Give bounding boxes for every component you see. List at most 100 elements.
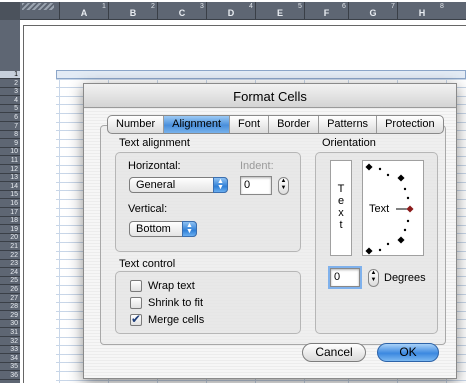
popup-arrows-icon: ▲ ▼	[213, 177, 228, 193]
column-header-h[interactable]: H	[397, 2, 446, 20]
degrees-label: Degrees	[384, 272, 426, 284]
row-header-3[interactable]: 3	[0, 88, 20, 97]
horizontal-label: Horizontal:	[128, 160, 181, 172]
row-header-10[interactable]: 10	[0, 148, 20, 157]
vertical-text-orientation[interactable]: T e x t	[330, 160, 352, 256]
row-header-11[interactable]: 11	[0, 157, 20, 165]
page-break-top	[23, 25, 466, 26]
row-header-23[interactable]: 23	[0, 260, 20, 269]
row-header-2[interactable]: 2	[0, 80, 20, 88]
row-header-14[interactable]: 14	[0, 183, 20, 191]
tab-bar: Number Alignment Font Border Patterns Pr…	[107, 115, 444, 134]
row-header-1[interactable]: 1	[0, 71, 20, 79]
column-header-d[interactable]: D	[206, 2, 255, 20]
row-header-16[interactable]: 16	[0, 200, 20, 208]
ruler-mark: 1	[102, 3, 106, 10]
row-header-15[interactable]: 15	[0, 191, 20, 200]
dial-text-sample: Text	[369, 203, 390, 215]
select-all-corner[interactable]	[0, 2, 20, 20]
row-header-20[interactable]: 20	[0, 234, 20, 243]
row-header-22[interactable]: 22	[0, 252, 20, 260]
row-header-5[interactable]: 5	[0, 105, 20, 114]
indent-input[interactable]: 0	[240, 176, 272, 195]
row-header-30[interactable]: 30	[0, 320, 20, 329]
row-header-34[interactable]: 34	[0, 355, 20, 363]
horizontal-popup-value: General	[136, 179, 176, 191]
grid-line	[59, 70, 60, 383]
row-header-28[interactable]: 28	[0, 303, 20, 312]
orientation-group-label: Orientation	[322, 137, 376, 149]
checkbox-icon	[130, 297, 142, 309]
orientation-dial[interactable]: Text	[362, 160, 424, 256]
indent-label: Indent:	[240, 160, 274, 172]
degrees-stepper[interactable]: ▲ ▼	[368, 269, 379, 287]
row-header-18[interactable]: 18	[0, 217, 20, 226]
shrink-to-fit-checkbox[interactable]: Shrink to fit	[130, 296, 203, 310]
ruler-mark: 5	[298, 3, 302, 10]
vertical-popup[interactable]: Bottom ▲ ▼	[129, 221, 197, 237]
popup-arrows-icon: ▲ ▼	[182, 221, 197, 237]
column-header-a[interactable]: A	[59, 2, 108, 20]
horizontal-popup[interactable]: General ▲ ▼	[129, 177, 228, 193]
ok-button[interactable]: OK	[377, 343, 439, 362]
merge-cells-label: Merge cells	[148, 314, 205, 326]
degrees-input[interactable]: 0	[330, 268, 360, 287]
selected-cell-range[interactable]	[56, 70, 466, 79]
column-header-b[interactable]: B	[108, 2, 157, 20]
ruler-mark: 3	[200, 3, 204, 10]
row-header-32[interactable]: 32	[0, 338, 20, 346]
row-header-19[interactable]: 19	[0, 226, 20, 234]
vertical-label: Vertical:	[128, 203, 168, 215]
row-header-25[interactable]: 25	[0, 277, 20, 286]
tab-number[interactable]: Number	[108, 116, 165, 133]
alignment-tab-panel: Text alignment Horizontal: Indent: Gener…	[100, 125, 446, 345]
tab-patterns[interactable]: Patterns	[319, 116, 378, 133]
row-header-6[interactable]: 6	[0, 114, 20, 122]
row-header-26[interactable]: 26	[0, 286, 20, 294]
row-header-33[interactable]: 33	[0, 346, 20, 355]
tab-font[interactable]: Font	[230, 116, 270, 133]
wrap-text-checkbox[interactable]: Wrap text	[130, 279, 195, 293]
column-header-e[interactable]: E	[255, 2, 304, 20]
row-header-36[interactable]: 36	[0, 372, 20, 380]
merge-cells-checkbox[interactable]: Merge cells	[130, 312, 205, 327]
indent-stepper[interactable]: ▲ ▼	[278, 177, 289, 195]
ruler-mark: 4	[249, 3, 253, 10]
row-header-27[interactable]: 27	[0, 295, 20, 303]
ruler-indicator	[22, 3, 54, 10]
dialog-title: Format Cells	[233, 89, 307, 104]
tab-protection[interactable]: Protection	[377, 116, 443, 133]
dialog-titlebar[interactable]: Format Cells	[84, 84, 456, 108]
ruler-mark: 7	[391, 3, 395, 10]
column-header-g[interactable]: G	[348, 2, 397, 20]
text-control-group: Wrap text Shrink to fit Merge cells	[115, 271, 301, 334]
text-alignment-group-label: Text alignment	[119, 137, 190, 149]
shrink-to-fit-label: Shrink to fit	[148, 297, 204, 309]
wrap-text-label: Wrap text	[148, 280, 195, 292]
checkbox-icon	[130, 280, 142, 292]
tab-alignment[interactable]: Alignment	[164, 116, 231, 133]
row-header-24[interactable]: 24	[0, 269, 20, 277]
ruler-mark: 2	[151, 3, 155, 10]
ruler-mark: 8	[440, 3, 444, 10]
grid-line	[56, 379, 466, 381]
row-header-31[interactable]: 31	[0, 329, 20, 337]
row-header-29[interactable]: 29	[0, 312, 20, 320]
cancel-button[interactable]: Cancel	[302, 343, 366, 362]
vertical-text-sample: T e x t	[337, 183, 345, 231]
row-header-35[interactable]: 35	[0, 363, 20, 372]
vertical-popup-value: Bottom	[136, 223, 171, 235]
row-header-21[interactable]: 21	[0, 243, 20, 251]
row-header-13[interactable]: 13	[0, 174, 20, 183]
row-header-4[interactable]: 4	[0, 97, 20, 105]
row-header-12[interactable]: 12	[0, 166, 20, 174]
row-header-7[interactable]: 7	[0, 123, 20, 131]
orientation-group: T e x t Text 0 ▲ ▼ Degrees	[315, 152, 438, 334]
row-header-17[interactable]: 17	[0, 209, 20, 217]
column-header-c[interactable]: C	[157, 2, 206, 20]
text-alignment-group: Horizontal: Indent: General ▲ ▼ 0 ▲ ▼ Vert…	[115, 152, 301, 252]
row-header-8[interactable]: 8	[0, 131, 20, 140]
format-cells-dialog: Format Cells Number Alignment Font Borde…	[83, 83, 457, 379]
tab-border[interactable]: Border	[269, 116, 320, 133]
row-header-9[interactable]: 9	[0, 140, 20, 148]
